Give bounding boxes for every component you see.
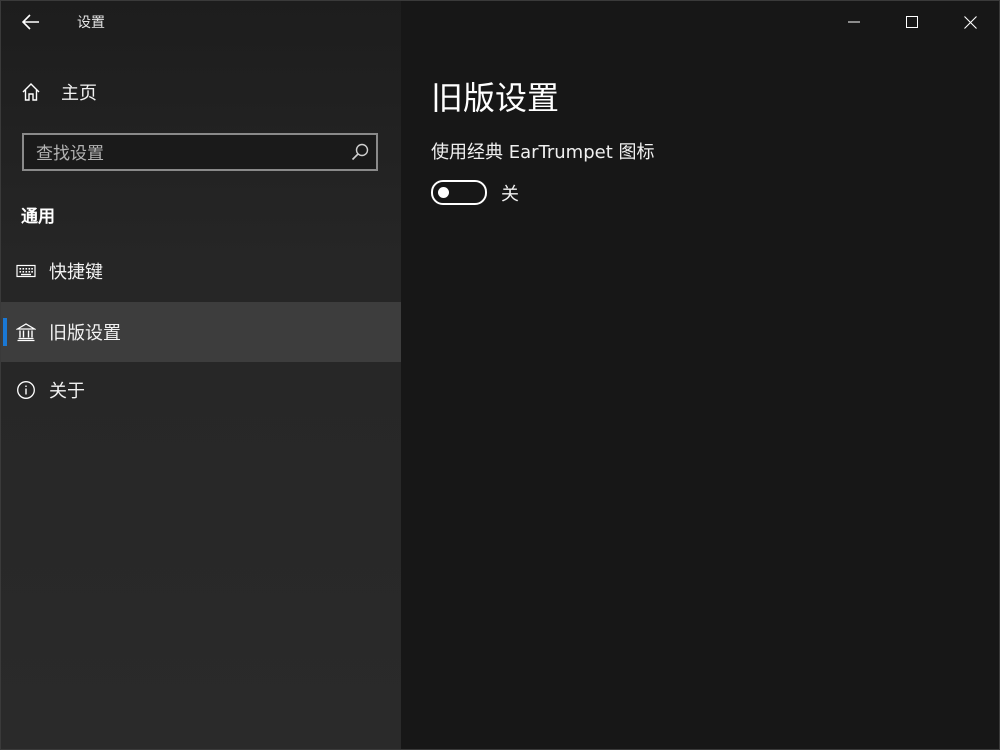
back-button[interactable] <box>11 5 51 39</box>
sidebar-item-label: 关于 <box>49 381 85 402</box>
section-heading: 通用 <box>21 207 55 227</box>
back-arrow-icon <box>22 14 39 30</box>
toggle-state-text: 关 <box>501 184 519 205</box>
home-label: 主页 <box>61 83 97 104</box>
maximize-icon <box>906 16 918 28</box>
info-icon <box>15 380 37 400</box>
close-button[interactable] <box>941 1 999 43</box>
page-title: 旧版设置 <box>431 79 560 117</box>
sidebar-item-label: 快捷键 <box>49 262 103 283</box>
settings-window: 设置 主页 通用 <box>0 0 1000 750</box>
setting-label: 使用经典 EarTrumpet 图标 <box>431 142 655 163</box>
sidebar: 设置 主页 通用 <box>1 1 401 749</box>
search-input[interactable] <box>34 141 338 167</box>
sidebar-item-legacy-settings[interactable]: 旧版设置 <box>1 302 401 362</box>
close-icon <box>963 15 977 29</box>
search-box <box>22 133 378 171</box>
minimize-icon <box>848 21 860 23</box>
keyboard-icon <box>15 264 37 278</box>
window-title: 设置 <box>77 15 105 31</box>
sidebar-item-about[interactable]: 关于 <box>1 360 401 420</box>
classic-icon-toggle[interactable] <box>431 180 487 205</box>
sidebar-item-home[interactable]: 主页 <box>1 71 401 113</box>
selection-indicator <box>3 318 7 346</box>
sidebar-item-label: 旧版设置 <box>49 323 121 344</box>
library-icon <box>15 322 37 342</box>
search-icon[interactable] <box>350 142 370 162</box>
minimize-button[interactable] <box>825 1 883 43</box>
maximize-button[interactable] <box>883 1 941 43</box>
main-content: 旧版设置 使用经典 EarTrumpet 图标 关 <box>401 1 999 749</box>
sidebar-item-shortcuts[interactable]: 快捷键 <box>1 241 401 301</box>
window-controls <box>825 1 999 43</box>
toggle-knob <box>438 187 449 198</box>
home-icon <box>21 82 43 102</box>
